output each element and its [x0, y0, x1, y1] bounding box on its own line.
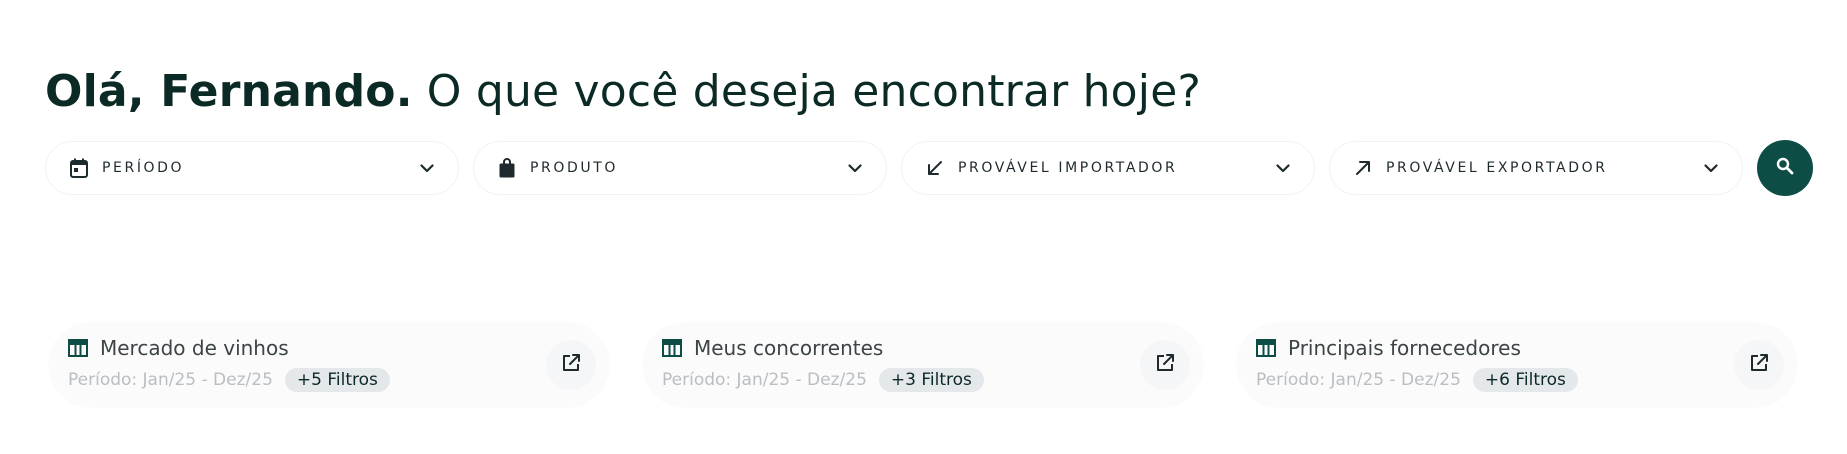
calendar-icon — [68, 157, 90, 179]
open-search-button[interactable] — [1140, 340, 1190, 390]
chevron-down-icon — [418, 159, 436, 177]
filter-periodo-label: PERÍODO — [102, 160, 185, 176]
card-meta: Período: Jan/25 - Dez/25 +6 Filtros — [1256, 368, 1578, 392]
card-meta: Período: Jan/25 - Dez/25 +3 Filtros — [662, 368, 984, 392]
table-icon — [1256, 339, 1276, 357]
filter-importador-dropdown[interactable]: PROVÁVEL IMPORTADOR — [901, 141, 1315, 195]
external-link-icon — [1155, 353, 1175, 377]
greeting-name: Olá, Fernando. — [45, 66, 413, 117]
saved-search-card[interactable]: Mercado de vinhos Período: Jan/25 - Dez/… — [48, 322, 610, 408]
table-icon — [68, 339, 88, 357]
card-period: Período: Jan/25 - Dez/25 — [1256, 370, 1461, 390]
chevron-down-icon — [1702, 159, 1720, 177]
page-title: Olá, Fernando. O que você deseja encontr… — [45, 64, 1201, 120]
external-link-icon — [1749, 353, 1769, 377]
home-page: Olá, Fernando. O que você deseja encontr… — [0, 0, 1847, 454]
card-meta: Período: Jan/25 - Dez/25 +5 Filtros — [68, 368, 390, 392]
chevron-down-icon — [846, 159, 864, 177]
chevron-down-icon — [1274, 159, 1292, 177]
card-title-row: Principais fornecedores — [1256, 336, 1521, 360]
external-link-icon — [561, 353, 581, 377]
filters-count-badge: +6 Filtros — [1472, 368, 1578, 392]
arrow-up-right-icon — [1352, 157, 1374, 179]
search-button[interactable] — [1757, 140, 1813, 196]
filter-periodo-dropdown[interactable]: PERÍODO — [45, 141, 459, 195]
filters-count-badge: +3 Filtros — [878, 368, 984, 392]
card-title: Meus concorrentes — [694, 336, 884, 360]
filter-exportador-label: PROVÁVEL EXPORTADOR — [1386, 160, 1608, 176]
saved-search-card[interactable]: Meus concorrentes Período: Jan/25 - Dez/… — [642, 322, 1204, 408]
shopping-bag-icon — [496, 157, 518, 179]
open-search-button[interactable] — [1734, 340, 1784, 390]
arrow-down-left-icon — [924, 157, 946, 179]
card-title-row: Mercado de vinhos — [68, 336, 289, 360]
card-period: Período: Jan/25 - Dez/25 — [68, 370, 273, 390]
card-title: Mercado de vinhos — [100, 336, 289, 360]
greeting-question: O que você deseja encontrar hoje? — [412, 66, 1202, 117]
filters-count-badge: +5 Filtros — [284, 368, 390, 392]
filter-produto-label: PRODUTO — [530, 160, 618, 176]
filter-exportador-dropdown[interactable]: PROVÁVEL EXPORTADOR — [1329, 141, 1743, 195]
card-title-row: Meus concorrentes — [662, 336, 883, 360]
search-icon — [1776, 157, 1794, 179]
card-period: Período: Jan/25 - Dez/25 — [662, 370, 867, 390]
card-title: Principais fornecedores — [1288, 336, 1521, 360]
search-filters-bar: PERÍODO PRODUTO PROVÁVEL IMPORTADOR PROV… — [45, 140, 1813, 196]
filter-importador-label: PROVÁVEL IMPORTADOR — [958, 160, 1178, 176]
filter-produto-dropdown[interactable]: PRODUTO — [473, 141, 887, 195]
open-search-button[interactable] — [546, 340, 596, 390]
saved-searches-list: Mercado de vinhos Período: Jan/25 - Dez/… — [48, 322, 1798, 408]
saved-search-card[interactable]: Principais fornecedores Período: Jan/25 … — [1236, 322, 1798, 408]
table-icon — [662, 339, 682, 357]
